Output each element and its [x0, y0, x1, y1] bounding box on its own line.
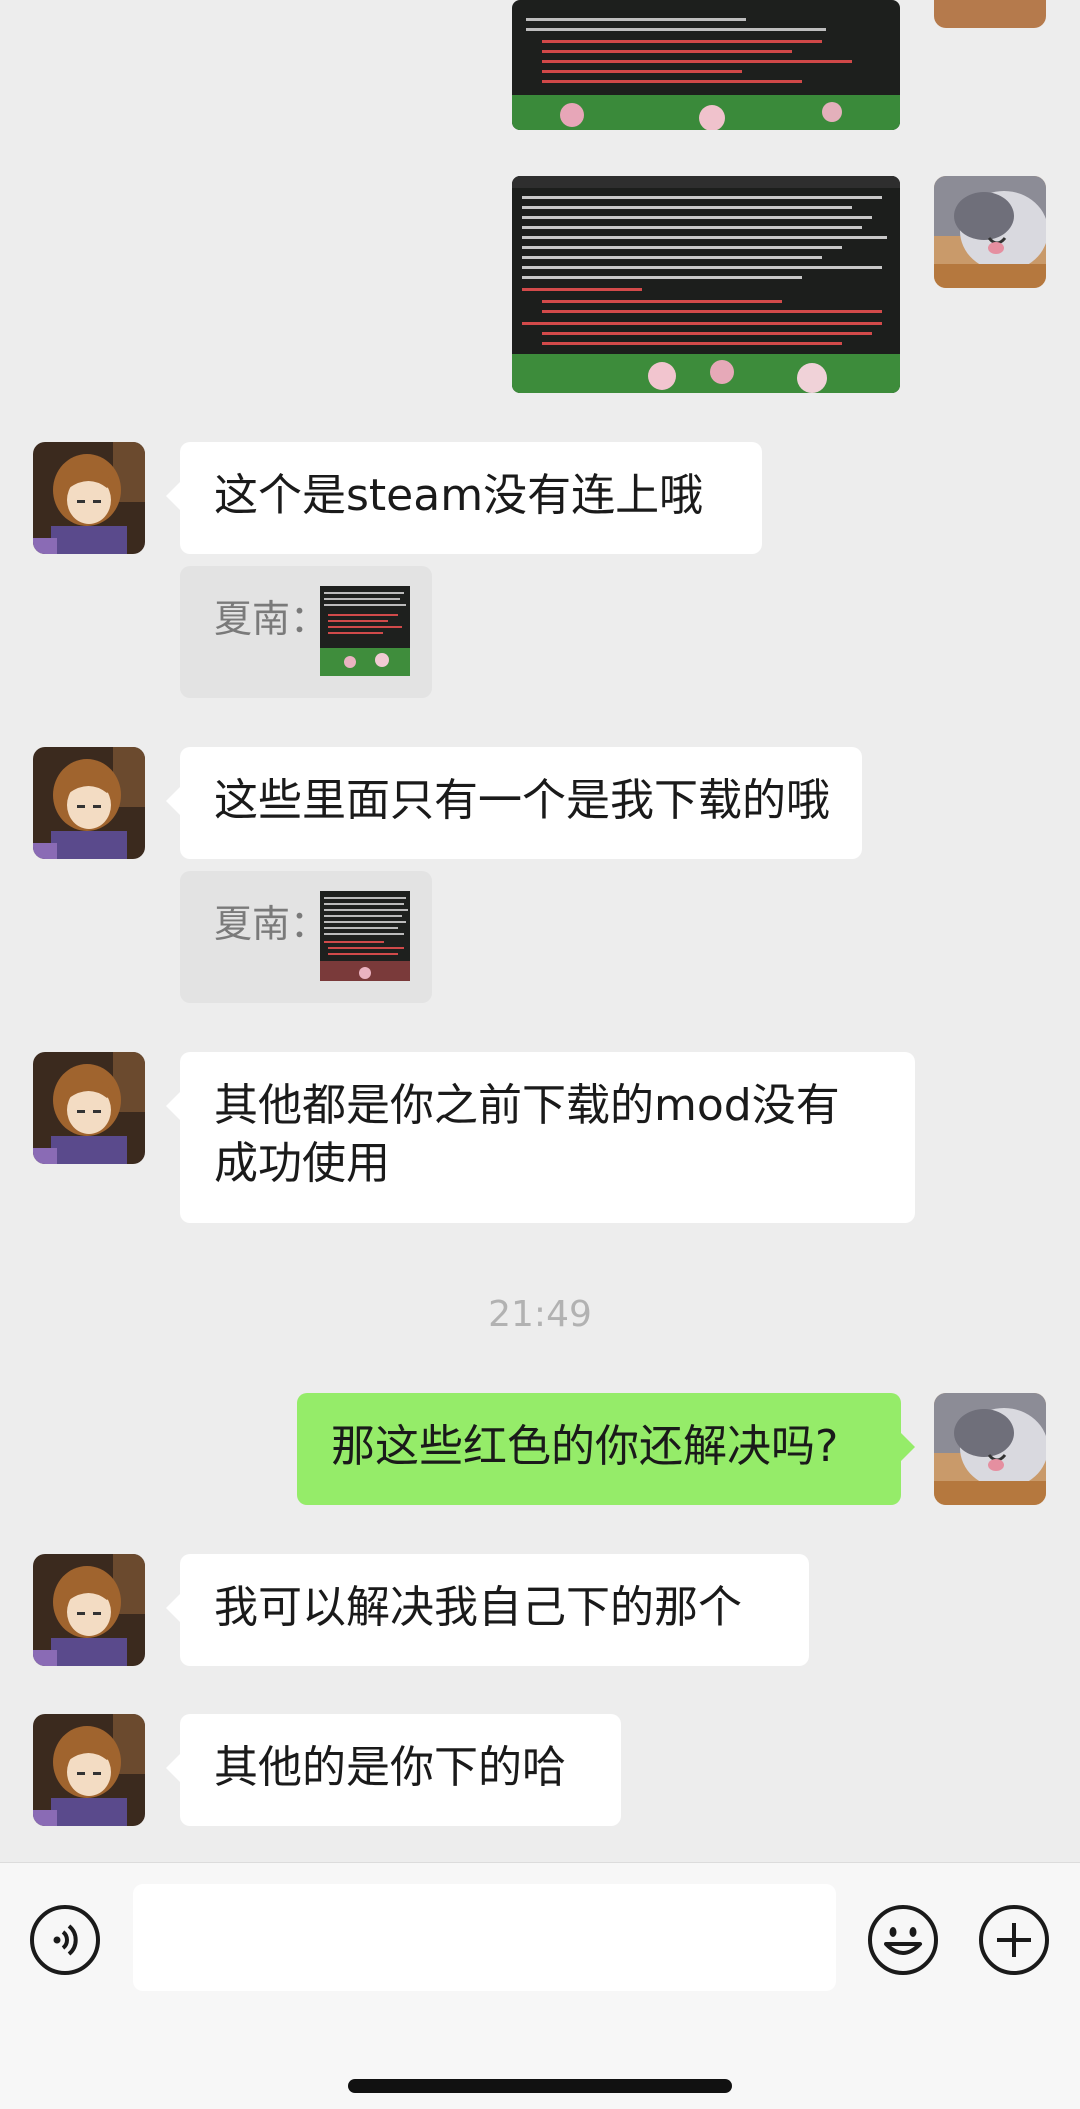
voice-icon[interactable] [28, 1903, 102, 1977]
contact-avatar[interactable] [33, 442, 145, 554]
message-text: 其他的是你下的哈 [214, 1742, 566, 1793]
contact-avatar[interactable] [33, 1052, 145, 1164]
contact-avatar[interactable] [33, 1554, 145, 1666]
message-bubble[interactable]: 其他都是你之前下载的mod没有 成功使用 [166, 1052, 915, 1223]
message-bubble[interactable]: 这些里面只有一个是我下载的哦 [166, 747, 862, 859]
message-bubble-mine[interactable]: 那这些红色的你还解决吗? [297, 1393, 915, 1505]
quoted-message[interactable]: 夏南： [180, 871, 432, 1003]
image-message-console-2[interactable] [512, 176, 900, 393]
my-avatar[interactable] [934, 176, 1046, 288]
quote-thumbnail [320, 891, 410, 981]
quote-sender-name: 夏南： [214, 597, 329, 641]
my-avatar[interactable] [934, 0, 1046, 28]
message-bubble[interactable]: 其他的是你下的哈 [166, 1714, 621, 1826]
input-toolbar [0, 1862, 1080, 2109]
home-indicator [348, 2079, 732, 2093]
message-text-line: 成功使用 [214, 1138, 390, 1189]
message-text: 那这些红色的你还解决吗? [331, 1421, 839, 1472]
plus-icon[interactable] [977, 1903, 1051, 1977]
message-text-line: 其他都是你之前下载的mod没有 [214, 1080, 840, 1131]
message-input[interactable] [133, 1884, 836, 1991]
message-text: 这个是steam没有连上哦 [214, 470, 704, 521]
message-bubble[interactable]: 这个是steam没有连上哦 [166, 442, 762, 554]
quote-sender-name: 夏南： [214, 902, 329, 946]
message-text: 我可以解决我自己下的那个 [214, 1582, 742, 1633]
quoted-message[interactable]: 夏南： [180, 566, 432, 698]
message-text: 这些里面只有一个是我下载的哦 [214, 775, 830, 826]
message-bubble[interactable]: 我可以解决我自己下的那个 [166, 1554, 809, 1666]
contact-avatar[interactable] [33, 1714, 145, 1826]
emoji-icon[interactable] [866, 1903, 940, 1977]
quote-thumbnail [320, 586, 410, 676]
contact-avatar[interactable] [33, 747, 145, 859]
image-message-console-1[interactable] [512, 0, 900, 130]
my-avatar[interactable] [934, 1393, 1046, 1505]
timestamp: 21:49 [488, 1294, 592, 1335]
